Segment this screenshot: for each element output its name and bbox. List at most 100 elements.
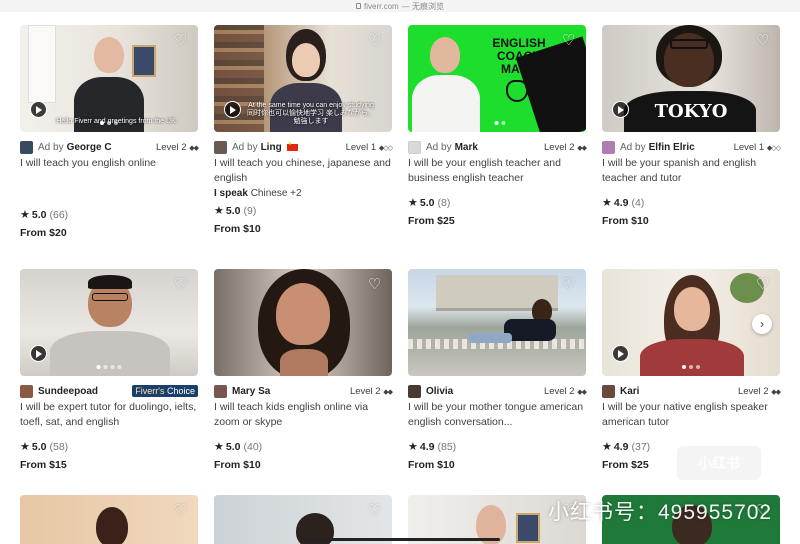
heart-icon[interactable]: ♡ — [756, 277, 770, 292]
avatar[interactable] — [20, 140, 33, 154]
heart-icon[interactable]: ♡ — [562, 33, 576, 48]
seller-row: Ad by Mark Level 2 ◆◆ — [408, 140, 587, 154]
review-count: (58) — [49, 440, 69, 453]
gig-card[interactable]: Hello Fiverr and greetings from the UK. … — [20, 25, 199, 239]
gig-title[interactable]: I will teach you english online — [20, 156, 198, 186]
gig-title[interactable]: I will teach kids english online via zoo… — [214, 400, 392, 430]
carousel-dots — [100, 121, 118, 125]
review-count: (85) — [437, 440, 457, 453]
gig-thumbnail[interactable]: ♡ — [214, 495, 392, 544]
seller-name[interactable]: Kari — [620, 386, 639, 397]
seller-name[interactable]: George C — [67, 142, 112, 153]
gig-title[interactable]: I will be your mother tongue american en… — [408, 400, 586, 430]
rating: ★ 4.9 (4) — [602, 196, 780, 210]
lock-icon — [356, 3, 362, 9]
star-icon: ★ — [214, 205, 224, 217]
gig-card[interactable]: ♡ Sundeepoad Fiverr's Choice I will be e… — [20, 269, 198, 483]
gig-thumbnail[interactable]: › ♡ — [602, 269, 780, 376]
shirt-text: TOKYO — [654, 101, 728, 122]
heart-icon[interactable]: ♡ — [368, 277, 382, 292]
gig-thumbnail[interactable]: TOKYO ♡ — [602, 25, 780, 132]
gig-title[interactable]: I will be your spanish and english teach… — [602, 156, 780, 186]
gig-title[interactable]: I will be your native english speaker am… — [602, 400, 780, 430]
seller-level: Level 1 ◆◇◇ — [345, 141, 393, 153]
gig-thumbnail[interactable]: ♡ — [408, 269, 586, 376]
gig-thumbnail[interactable]: ENGLISH COACH MARK ♡ — [408, 25, 586, 132]
seller-row: Sundeepoad Fiverr's Choice — [20, 384, 198, 398]
gig-thumbnail[interactable]: At the same time you can enjoy studying … — [214, 25, 392, 132]
rating-value: 5.0 — [31, 440, 47, 453]
seller-name[interactable]: Olivia — [426, 386, 453, 397]
gig-price: From $20 — [20, 227, 67, 239]
carousel-dots — [494, 121, 506, 125]
heart-icon[interactable]: ♡ — [756, 33, 770, 48]
gig-title[interactable]: I will be your english teacher and busin… — [408, 156, 586, 186]
heart-icon[interactable]: ♡ — [368, 33, 382, 48]
avatar[interactable] — [214, 140, 227, 154]
rating-value: 5.0 — [225, 440, 241, 453]
avatar[interactable] — [602, 384, 615, 398]
play-icon[interactable] — [224, 101, 241, 118]
play-icon[interactable] — [30, 345, 47, 362]
gig-thumbnail[interactable]: Hello Fiverr and greetings from the UK. … — [20, 25, 198, 132]
avatar[interactable] — [408, 140, 421, 154]
seller-name[interactable]: Sundeepoad — [38, 386, 98, 397]
rating: ★ 5.0 (58) — [20, 440, 198, 454]
avatar[interactable] — [602, 140, 615, 154]
browser-address-bar[interactable]: fiverr.com — 无痕浏览 — [0, 0, 800, 12]
gig-card[interactable]: TOKYO ♡ Ad by Elfin Elric Level 1 ◆◇◇ I … — [602, 25, 781, 239]
star-icon: ★ — [214, 441, 224, 453]
seller-level: Level 2 ◆◆ — [155, 141, 199, 153]
seller-name[interactable]: Elfin Elric — [649, 142, 695, 153]
gig-price: From $15 — [20, 459, 67, 471]
seller-level: Level 2 ◆◆ — [543, 141, 587, 153]
ad-label: Ad by — [232, 141, 258, 153]
carousel-dots — [682, 365, 700, 369]
gig-grid: Hello Fiverr and greetings from the UK. … — [20, 25, 781, 483]
avatar[interactable] — [408, 384, 421, 398]
heart-icon[interactable]: ♡ — [174, 277, 188, 292]
gig-title[interactable]: I will teach you chinese, japanese and e… — [214, 156, 392, 186]
languages-spoken: I speak Chinese +2 — [214, 188, 392, 199]
seller-name[interactable]: Mary Sa — [232, 386, 270, 397]
gig-price: From $10 — [602, 215, 649, 227]
avatar[interactable] — [214, 384, 227, 398]
review-count: (66) — [49, 208, 69, 221]
gig-thumbnail[interactable]: ♡ — [214, 269, 392, 376]
seller-row: Ad by Ling Level 1 ◆◇◇ — [214, 140, 393, 154]
address-text: fiverr.com — [364, 1, 399, 11]
star-icon: ★ — [408, 197, 418, 209]
gig-price: From $10 — [214, 459, 261, 471]
play-icon[interactable] — [612, 101, 629, 118]
seller-row: Kari Level 2 ◆◆ — [602, 384, 781, 398]
gig-price: From $10 — [214, 223, 261, 235]
gig-thumbnail[interactable]: ♡ — [20, 269, 198, 376]
seller-row: Olivia Level 2 ◆◆ — [408, 384, 587, 398]
review-count: (9) — [243, 204, 257, 217]
seller-name[interactable]: Ling — [261, 142, 282, 153]
heart-icon[interactable]: ♡ — [174, 33, 188, 48]
play-icon[interactable] — [30, 101, 47, 118]
chevron-right-icon[interactable]: › — [752, 314, 772, 334]
gig-card[interactable]: ENGLISH COACH MARK ♡ Ad by Mark Level 2 … — [408, 25, 587, 239]
gig-card[interactable]: At the same time you can enjoy studying … — [214, 25, 393, 239]
gig-card[interactable]: ♡ Olivia Level 2 ◆◆ I will be your mothe… — [408, 269, 587, 483]
play-icon[interactable] — [612, 345, 629, 362]
star-icon: ★ — [20, 209, 30, 221]
heart-icon[interactable]: ♡ — [368, 503, 382, 518]
star-icon: ★ — [602, 197, 612, 209]
rating: ★ 5.0 (8) — [408, 196, 586, 210]
gig-price: From $25 — [408, 215, 455, 227]
gig-card[interactable]: ♡ Mary Sa Level 2 ◆◆ I will teach kids e… — [214, 269, 393, 483]
rating: ★ 4.9 (85) — [408, 440, 586, 454]
heart-icon[interactable]: ♡ — [174, 503, 188, 518]
heart-icon[interactable]: ♡ — [562, 277, 576, 292]
seller-name[interactable]: Mark — [455, 142, 478, 153]
gig-price: From $10 — [408, 459, 455, 471]
gig-thumbnail[interactable]: ♡ — [20, 495, 198, 544]
avatar[interactable] — [20, 384, 33, 398]
speak-value: Chinese +2 — [250, 188, 302, 199]
gig-title[interactable]: I will be expert tutor for duolingo, iel… — [20, 400, 198, 430]
scrollbar[interactable] — [300, 538, 500, 541]
rating-value: 5.0 — [225, 204, 241, 217]
